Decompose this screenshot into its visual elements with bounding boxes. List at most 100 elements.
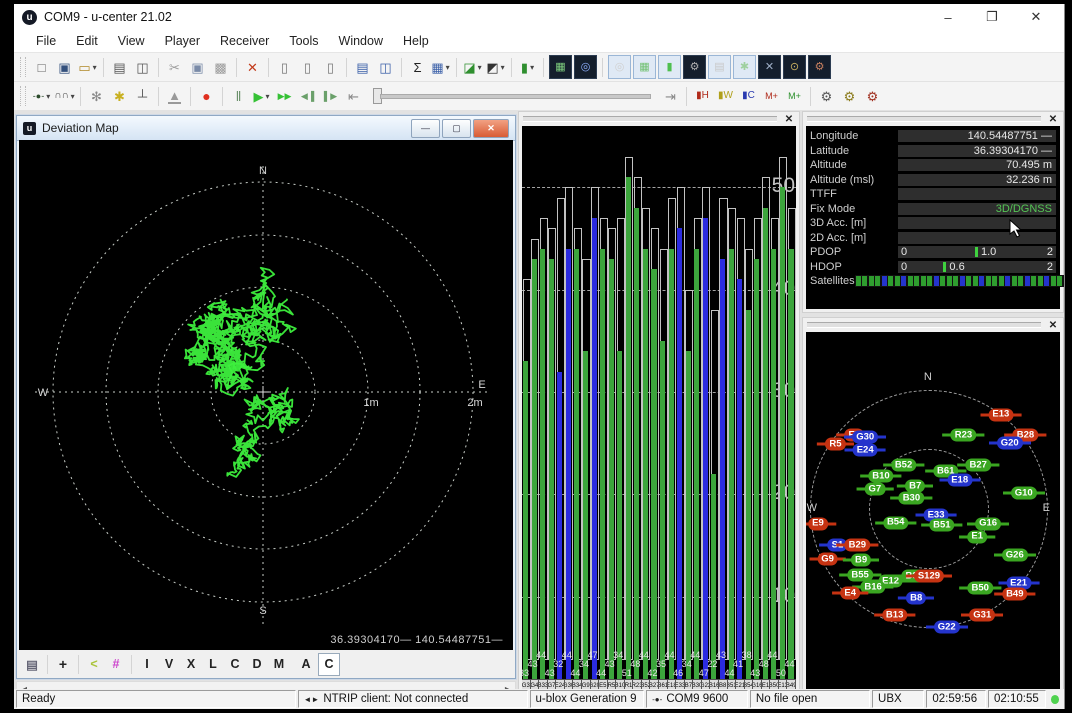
messages-view-button[interactable]: ▤ [708,55,731,79]
deviation-properties-button[interactable]: ▤ [22,654,42,675]
binary-console-button[interactable]: ◫ [375,56,396,78]
antenna-button[interactable]: ┴ [132,85,153,107]
text-console-button[interactable]: ▤ [352,56,373,78]
deviation-zoom-c-button[interactable]: C [225,654,245,675]
minimize-button[interactable]: – [926,4,970,30]
close-button[interactable]: ✕ [1014,4,1058,30]
dropdown-arrow-icon[interactable]: ▾ [93,63,97,72]
grip-handle[interactable] [807,322,1041,328]
sky-view-button[interactable]: ✱ [733,55,756,79]
skip-to-end-button[interactable]: ⇥ [660,85,681,107]
clear-messages-button[interactable]: ✕ [242,56,263,78]
debug-messages-button[interactable]: ✱ [109,85,130,107]
config-gear-2-button[interactable]: ⚙ [839,85,860,107]
panel-grip[interactable]: ✕ [803,112,1063,126]
autobaud-button[interactable]: ✻ [86,85,107,107]
menu-player[interactable]: Player [155,34,210,48]
open-file-button[interactable]: ▭▾ [77,56,98,78]
chart-view-button[interactable]: ◪▾ [462,56,483,78]
deviation-zoom-a-button[interactable]: A [296,654,316,675]
compass-view-button[interactable]: ◎ [574,55,597,79]
deviation-zoom-i-button[interactable]: I [137,654,157,675]
deviation-zoom-m-button[interactable]: M [269,654,289,675]
deviation-map-view-button[interactable]: ◎ [608,55,631,79]
dropdown-arrow-icon[interactable]: ▾ [71,92,75,101]
message-rate-down-button[interactable]: M+ [761,85,782,107]
dropdown-arrow-icon[interactable]: ▾ [530,63,534,72]
menu-edit[interactable]: Edit [66,34,108,48]
warm-start-button[interactable]: ▮W [715,85,736,107]
google-map-view-button[interactable]: ▦ [633,55,656,79]
statistic-view-button[interactable]: Σ [407,56,428,78]
deviation-pan-button[interactable]: + [53,654,73,675]
export-log-text-button[interactable]: ▯ [274,56,295,78]
playback-position-slider[interactable] [373,88,651,104]
print-button[interactable]: ▤ [109,56,130,78]
child-restore-button[interactable]: ▢ [442,119,471,138]
menu-file[interactable]: File [26,34,66,48]
dropdown-arrow-icon[interactable]: ▾ [46,92,50,101]
copy-button[interactable]: ▣ [187,56,208,78]
panel-close-icon[interactable]: ✕ [1047,114,1059,125]
packet-view-button[interactable]: ✕ [758,55,781,79]
deviation-map-canvas[interactable]: NSWE1m2m 36.39304170— 140.54487751— [19,140,513,650]
panel-close-icon[interactable]: ✕ [783,114,795,125]
child-minimize-button[interactable]: — [411,119,440,138]
export-log-kml-button[interactable]: ▯ [297,56,318,78]
step-forward-button[interactable]: ▌▶ [320,85,341,107]
toolbar-grip[interactable] [20,86,26,106]
eject-log-button[interactable]: ▲ [164,85,185,107]
deviation-map-titlebar[interactable]: u Deviation Map — ▢ ✕ [17,116,515,141]
baudrate-button[interactable]: ∩∩▾ [54,85,75,107]
clock-view-button[interactable]: ⊙ [783,55,806,79]
pause-playback-button[interactable]: ‖ [228,85,249,107]
histogram-view-button[interactable]: ▮▾ [517,56,538,78]
skip-to-start-button[interactable]: ⇤ [343,85,364,107]
fast-forward-button[interactable]: ▶▶ [274,85,295,107]
signal-chart-view-button[interactable]: ▮ [658,55,681,79]
grip-handle[interactable] [523,116,777,122]
dropdown-arrow-icon[interactable]: ▾ [265,92,269,101]
message-rate-up-button[interactable]: M+ [784,85,805,107]
grip-handle[interactable] [807,116,1041,122]
menu-view[interactable]: View [108,34,155,48]
play-log-button[interactable]: ▶▾ [251,85,272,107]
config-gear-3-button[interactable]: ⚙ [862,85,883,107]
record-log-button[interactable]: ● [196,85,217,107]
panel-grip[interactable]: ✕ [803,318,1063,332]
config-gear-1-button[interactable]: ⚙ [816,85,837,107]
connect-receiver-button[interactable]: -●-▾ [31,85,52,107]
menu-help[interactable]: Help [393,34,439,48]
cold-start-button[interactable]: ▮C [738,85,759,107]
table-view-button[interactable]: ▦▾ [430,56,451,78]
toolbar-grip[interactable] [20,57,26,77]
dropdown-arrow-icon[interactable]: ▾ [501,63,505,72]
step-back-button[interactable]: ◀▐ [297,85,318,107]
scroll-right-icon[interactable]: ▶ [501,683,515,689]
panel-grip[interactable]: ✕ [519,112,799,126]
deviation-angle-tool-button[interactable]: < [84,654,104,675]
cut-button[interactable]: ✂ [164,56,185,78]
hot-start-button[interactable]: ▮H [692,85,713,107]
menu-receiver[interactable]: Receiver [210,34,279,48]
camera-view-button[interactable]: ◩▾ [485,56,506,78]
deviation-zoom-x-button[interactable]: X [181,654,201,675]
dropdown-arrow-icon[interactable]: ▾ [478,63,482,72]
scroll-left-icon[interactable]: ◀ [17,683,31,689]
deviation-zoom-d-button[interactable]: D [247,654,267,675]
menu-tools[interactable]: Tools [279,34,328,48]
paste-button[interactable]: ▩ [210,56,231,78]
deviation-zoom-c-button[interactable]: C [318,653,340,676]
mdi-horizontal-scrollbar[interactable]: ◀ ▶ [16,681,516,689]
export-log-gpx-button[interactable]: ▯ [320,56,341,78]
docking-gear-view-button[interactable]: ⚙ [683,55,706,79]
deviation-zoom-l-button[interactable]: L [203,654,223,675]
menu-window[interactable]: Window [329,34,393,48]
dropdown-arrow-icon[interactable]: ▾ [446,63,450,72]
new-file-button[interactable]: □ [31,56,52,78]
child-close-button[interactable]: ✕ [473,119,509,138]
deviation-grid-tool-button[interactable]: # [106,654,126,675]
map-view-button[interactable]: ▦ [549,55,572,79]
panel-close-icon[interactable]: ✕ [1047,320,1059,331]
restore-button[interactable]: ❐ [970,4,1014,30]
